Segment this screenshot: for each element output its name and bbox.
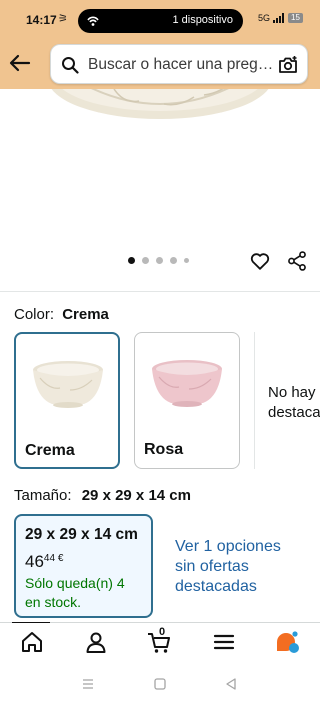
stock-line: Sólo queda(n) 4 <box>25 575 125 591</box>
carousel-dot[interactable] <box>184 258 189 263</box>
tab-cart[interactable]: 0 <box>146 626 172 655</box>
bottom-tab-bar: 0 <box>0 623 320 663</box>
system-navigation-bar <box>0 663 320 703</box>
color-label: Color: <box>14 306 55 323</box>
share-icon[interactable] <box>286 250 308 272</box>
product-image-carousel[interactable] <box>0 89 320 249</box>
heart-icon[interactable] <box>249 250 271 272</box>
status-bar: 14:17 ⚞ 1 dispositivo 5G 15 <box>0 0 320 40</box>
swatch-divider <box>254 332 255 469</box>
search-header: Buscar o hacer una pregunta <box>0 40 320 89</box>
tab-menu[interactable] <box>211 629 237 655</box>
account-icon <box>86 632 106 653</box>
home-button-icon[interactable] <box>153 677 167 691</box>
size-option-label: 29 x 29 x 14 cm <box>25 526 138 543</box>
section-divider <box>0 291 320 292</box>
home-icon <box>22 632 42 652</box>
color-swatch-crema[interactable]: Crema <box>14 332 120 469</box>
carousel-dot[interactable] <box>128 257 135 264</box>
carousel-dot[interactable] <box>156 257 163 264</box>
pill-text: 1 dispositivo <box>172 14 233 26</box>
swatch-label: Rosa <box>144 441 184 458</box>
search-icon <box>62 57 79 74</box>
camera-search-icon[interactable] <box>277 54 299 76</box>
no-offers-line: No hay <box>268 384 316 401</box>
battery-icon: 15 <box>288 13 303 23</box>
price-fraction: 44 € <box>43 553 64 564</box>
menu-icon <box>213 634 235 650</box>
size-option-card[interactable]: 29 x 29 x 14 cm 4644 € Sólo queda(n) 4 e… <box>14 514 153 618</box>
carousel-dot[interactable] <box>170 257 177 264</box>
recents-icon[interactable] <box>81 677 95 691</box>
no-offers-line: destaca <box>268 404 320 421</box>
swatch-label: Crema <box>25 442 75 459</box>
size-label-row: Tamaño: 29 x 29 x 14 cm <box>14 487 191 504</box>
see-options-line: Ver 1 opciones <box>175 538 281 555</box>
color-label-row: Color: Crema <box>14 306 109 323</box>
hotspot-icon <box>87 16 99 26</box>
see-options-line: destacadas <box>175 578 257 595</box>
status-time: 14:17 <box>26 13 57 27</box>
stock-line: en stock. <box>25 594 82 610</box>
carousel-dot[interactable] <box>142 257 149 264</box>
tab-rufus[interactable] <box>274 629 300 655</box>
see-options-line: sin ofertas <box>175 558 249 575</box>
image-carousel-dots <box>128 257 189 264</box>
search-placeholder: Buscar o hacer una pregunta <box>88 56 274 73</box>
rufus-assistant-icon <box>277 631 299 653</box>
network-activity-icon: ⚞ <box>58 13 68 25</box>
price-whole: 46 <box>25 552 44 571</box>
bowl-crema-image <box>33 361 103 408</box>
price: 4644 € <box>25 552 63 572</box>
size-selected-value: 29 x 29 x 14 cm <box>81 487 191 504</box>
stock-status: Sólo queda(n) 4 en stock. <box>25 574 125 612</box>
status-icons: 5G 15 <box>258 13 303 23</box>
color-swatch-rosa[interactable]: Rosa <box>134 332 240 469</box>
color-selected-value: Crema <box>62 306 109 323</box>
network-type: 5G <box>258 13 271 23</box>
tab-home[interactable] <box>19 629 45 655</box>
back-arrow-icon[interactable] <box>8 51 32 75</box>
signal-icon <box>273 13 285 23</box>
dynamic-island-pill[interactable]: 1 dispositivo <box>78 9 243 33</box>
bowl-rosa-image <box>152 360 222 407</box>
tab-account[interactable] <box>83 629 109 655</box>
cart-count: 0 <box>159 626 166 638</box>
back-button-icon[interactable] <box>224 677 238 691</box>
search-input[interactable]: Buscar o hacer una pregunta <box>50 44 308 84</box>
size-label: Tamaño: <box>14 487 72 504</box>
no-featured-offers-text: No hay destaca <box>268 383 320 423</box>
see-options-link[interactable]: Ver 1 opciones sin ofertas destacadas <box>175 537 281 597</box>
product-image <box>51 89 269 119</box>
